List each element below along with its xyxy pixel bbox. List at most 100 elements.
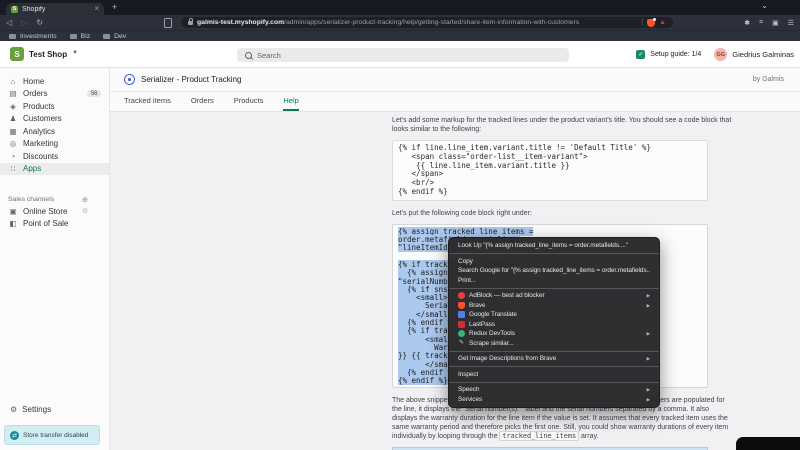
forward-icon[interactable]: ▷	[21, 18, 27, 28]
menu-item-icon	[458, 292, 465, 299]
reload-icon[interactable]: ↻	[36, 18, 43, 28]
admin-search-input[interactable]: Search	[237, 48, 569, 62]
menu-item-icon	[458, 302, 465, 309]
context-menu-item[interactable]: ▶	[449, 382, 659, 383]
bookmark-folder[interactable]: Investments	[9, 33, 57, 40]
add-channel-icon[interactable]: ⊕	[82, 195, 88, 204]
sidebar-item[interactable]: ▦ Analytics	[0, 125, 109, 138]
new-tab-button[interactable]: +	[112, 2, 117, 12]
context-menu-item[interactable]: ▶	[449, 366, 659, 367]
app-tab-label: Help	[283, 96, 298, 105]
sidebar-item-icon: ◔	[8, 152, 18, 161]
view-eye-icon[interactable]: ⊙	[82, 207, 88, 215]
menu-item-label: Inspect	[458, 371, 478, 379]
sidebar-item[interactable]: ◈ Products	[0, 100, 109, 113]
submenu-arrow-icon: ▶	[647, 386, 650, 394]
bookmark-folder[interactable]: Biz	[70, 33, 90, 40]
context-menu-item[interactable]: ▶	[449, 253, 659, 254]
sidebar-item-settings[interactable]: ⚙ Settings	[10, 405, 51, 414]
avatar[interactable]: GG	[714, 48, 727, 61]
sidebar-channel-item[interactable]: ◧ Point of Sale	[0, 218, 109, 231]
sidebar-item-label: Analytics	[23, 127, 55, 136]
context-menu-item[interactable]: Inspect ▶	[449, 370, 659, 380]
brave-shield-icon[interactable]	[647, 19, 655, 27]
context-menu-item[interactable]: Redux DevTools ▶	[449, 329, 659, 339]
menu-icon[interactable]: ☰	[788, 19, 794, 27]
folder-icon	[70, 34, 77, 39]
lock-icon	[188, 21, 193, 25]
sidebar-item[interactable]: ◔ Discounts	[0, 150, 109, 163]
sales-channels-list: ▣ Online Store ⊙ ◧ Point of Sale	[0, 205, 109, 230]
menu-item-label: Services	[458, 396, 482, 404]
tab-close-icon[interactable]: ×	[94, 5, 99, 13]
context-menu-item[interactable]: Get Image Descriptions from Brave ▶	[449, 354, 659, 364]
browser-tab-bar: S Shopify × + ⌄	[0, 0, 800, 15]
paragraph-2: Let's put the following code block right…	[392, 209, 732, 218]
sidebar-channel-item[interactable]: ▣ Online Store ⊙	[0, 205, 109, 218]
menu-item-icon	[458, 311, 465, 318]
setup-guide-label[interactable]: Setup guide: 1/4	[650, 51, 701, 58]
reading-list-icon[interactable]	[164, 18, 172, 28]
menu-item-label: AdBlock — best ad blocker	[469, 292, 545, 300]
user-name[interactable]: Giedrius Galminas	[732, 50, 794, 59]
menu-item-label: Look Up "{% assign tracked_line_items = …	[458, 242, 628, 250]
folder-icon	[9, 34, 16, 39]
sidebar-icon[interactable]: ⌗	[759, 19, 763, 27]
context-menu-item[interactable]: Speech ▶	[449, 385, 659, 395]
shopify-logo-icon[interactable]: S	[10, 47, 24, 61]
context-menu: Look Up "{% assign tracked_line_items = …	[448, 237, 660, 408]
app-tab[interactable]: Tracked items	[124, 92, 171, 111]
alert-triangle-icon[interactable]: ▲	[659, 19, 666, 26]
sidebar-item[interactable]: ◎ Marketing	[0, 138, 109, 151]
context-menu-item[interactable]: Print... ▶	[449, 276, 659, 286]
shop-caret-icon[interactable]: ▼	[72, 50, 78, 56]
app-tab-label: Tracked items	[124, 96, 171, 105]
sidebar-item-label: Discounts	[23, 152, 58, 161]
sales-channels-label: Sales channels	[8, 196, 54, 203]
submenu-arrow-icon: ▶	[647, 355, 650, 363]
context-menu-item[interactable]: Brave ▶	[449, 301, 659, 311]
menu-item-label: Scrape similar...	[469, 340, 514, 348]
bookmark-label: Investments	[20, 33, 57, 40]
app-tab[interactable]: Help	[283, 92, 298, 111]
sidebar-item[interactable]: ∷ Apps	[0, 163, 109, 176]
context-menu-item[interactable]: Search Google for "{% assign tracked_lin…	[449, 266, 659, 276]
menu-item-icon: ✎	[458, 340, 465, 347]
sidebar-item[interactable]: ⌂ Home	[0, 75, 109, 88]
context-menu-item[interactable]: Google Translate ▶	[449, 310, 659, 320]
sidebar-item[interactable]: ▤ Orders 56	[0, 88, 109, 101]
context-menu-item[interactable]: ✎ Scrape similar... ▶	[449, 339, 659, 349]
submenu-arrow-icon: ▶	[647, 302, 650, 310]
app-tab[interactable]: Orders	[191, 92, 214, 111]
profile-icon[interactable]: ▣	[772, 19, 779, 27]
context-menu-item[interactable]: LastPass ▶	[449, 320, 659, 330]
browser-tab-shopify[interactable]: S Shopify ×	[6, 3, 104, 15]
url-divider: |	[641, 19, 643, 26]
app-header: Serializer - Product Tracking by Galmis	[110, 68, 800, 92]
context-menu-item[interactable]: ▶	[449, 288, 659, 289]
context-menu-item[interactable]: Copy ▶	[449, 257, 659, 267]
app-tab-label: Products	[234, 96, 264, 105]
sales-channels-header: Sales channels ⊕	[0, 193, 109, 205]
back-icon[interactable]: ◁	[6, 18, 12, 28]
context-menu-item[interactable]: ▶	[449, 351, 659, 352]
sidebar-item-icon: ⌂	[8, 77, 18, 86]
app-tabs: Tracked items Orders Products Help	[110, 92, 800, 112]
shop-name[interactable]: Test Shop	[29, 50, 67, 59]
bookmark-folder[interactable]: Dev	[103, 33, 126, 40]
context-menu-item[interactable]: Look Up "{% assign tracked_line_items = …	[449, 241, 659, 251]
store-transfer-banner[interactable]: ⇄ Store transfer disabled	[4, 425, 100, 445]
app-tab[interactable]: Products	[234, 92, 264, 111]
gear-icon: ⚙	[10, 405, 17, 414]
paragraph-3-tail: array.	[579, 433, 598, 440]
extensions-icon[interactable]: ✱	[744, 19, 750, 27]
sidebar-item[interactable]: ♟ Customers	[0, 113, 109, 126]
selected-text: {% endif %}	[398, 376, 448, 385]
context-menu-item[interactable]: Services ▶	[449, 395, 659, 405]
context-menu-item[interactable]: AdBlock — best ad blocker ▶	[449, 291, 659, 301]
bookmark-label: Biz	[81, 33, 90, 40]
address-bar[interactable]: galmis-test.myshopify.com/admin/apps/ser…	[181, 17, 673, 28]
tab-search-chevron-icon[interactable]: ⌄	[761, 1, 768, 10]
gif-controls-overlay	[736, 437, 800, 450]
screen: S Shopify × + ⌄ ◁ ▷ ↻ galmis-test.myshop…	[0, 0, 800, 450]
